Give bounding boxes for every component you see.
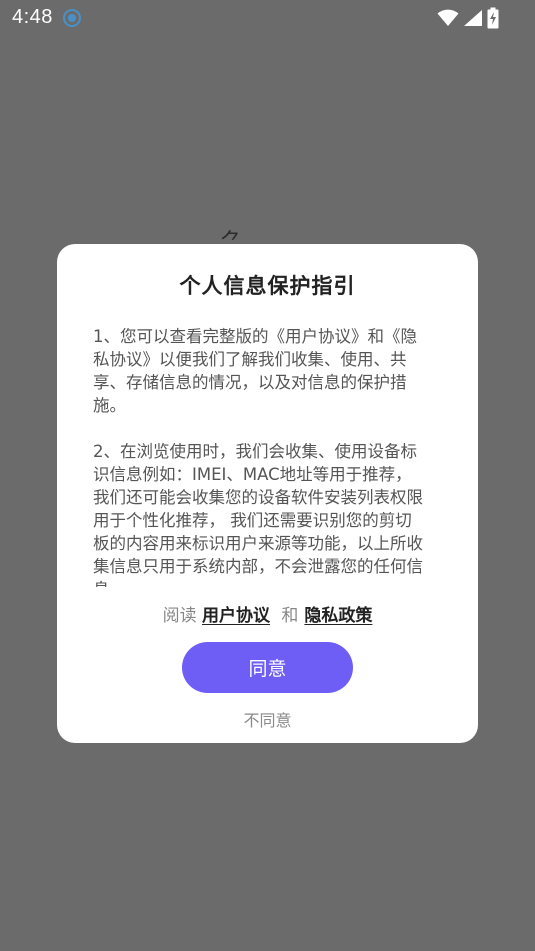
disagree-button[interactable]: 不同意 xyxy=(57,707,478,731)
user-agreement-link[interactable]: 用户协议 xyxy=(202,606,270,626)
agreement-links: 阅读 用户协议 和隐私政策 xyxy=(57,601,478,626)
status-bar: 4:48 xyxy=(0,0,535,36)
body-paragraph-2: 2、在浏览使用时，我们会收集、使用设备标 识信息例如：IMEI、MAC地址等用于… xyxy=(93,442,423,587)
agree-button[interactable]: 同意 xyxy=(182,642,353,693)
privacy-policy-link[interactable]: 隐私政策 xyxy=(304,606,372,626)
signal-icon xyxy=(463,9,483,27)
status-icons xyxy=(437,6,499,30)
links-and: 和 xyxy=(281,606,299,626)
body-paragraph-1: 1、您可以查看完整版的《用户协议》和《隐 私协议》以便我们了解我们收集、使用、共… xyxy=(93,327,417,415)
links-prefix: 阅读 xyxy=(162,606,197,626)
app-notification-icon xyxy=(62,8,82,28)
dialog-title: 个人信息保护指引 xyxy=(179,274,356,298)
wifi-icon xyxy=(437,9,459,27)
status-time: 4:48 xyxy=(12,6,53,28)
battery-icon xyxy=(487,7,499,29)
privacy-dialog: 个人信息保护指引 1、您可以查看完整版的《用户协议》和《隐 私协议》以便我们了解… xyxy=(57,244,478,743)
dialog-body[interactable]: 1、您可以查看完整版的《用户协议》和《隐 私协议》以便我们了解我们收集、使用、共… xyxy=(93,325,443,587)
